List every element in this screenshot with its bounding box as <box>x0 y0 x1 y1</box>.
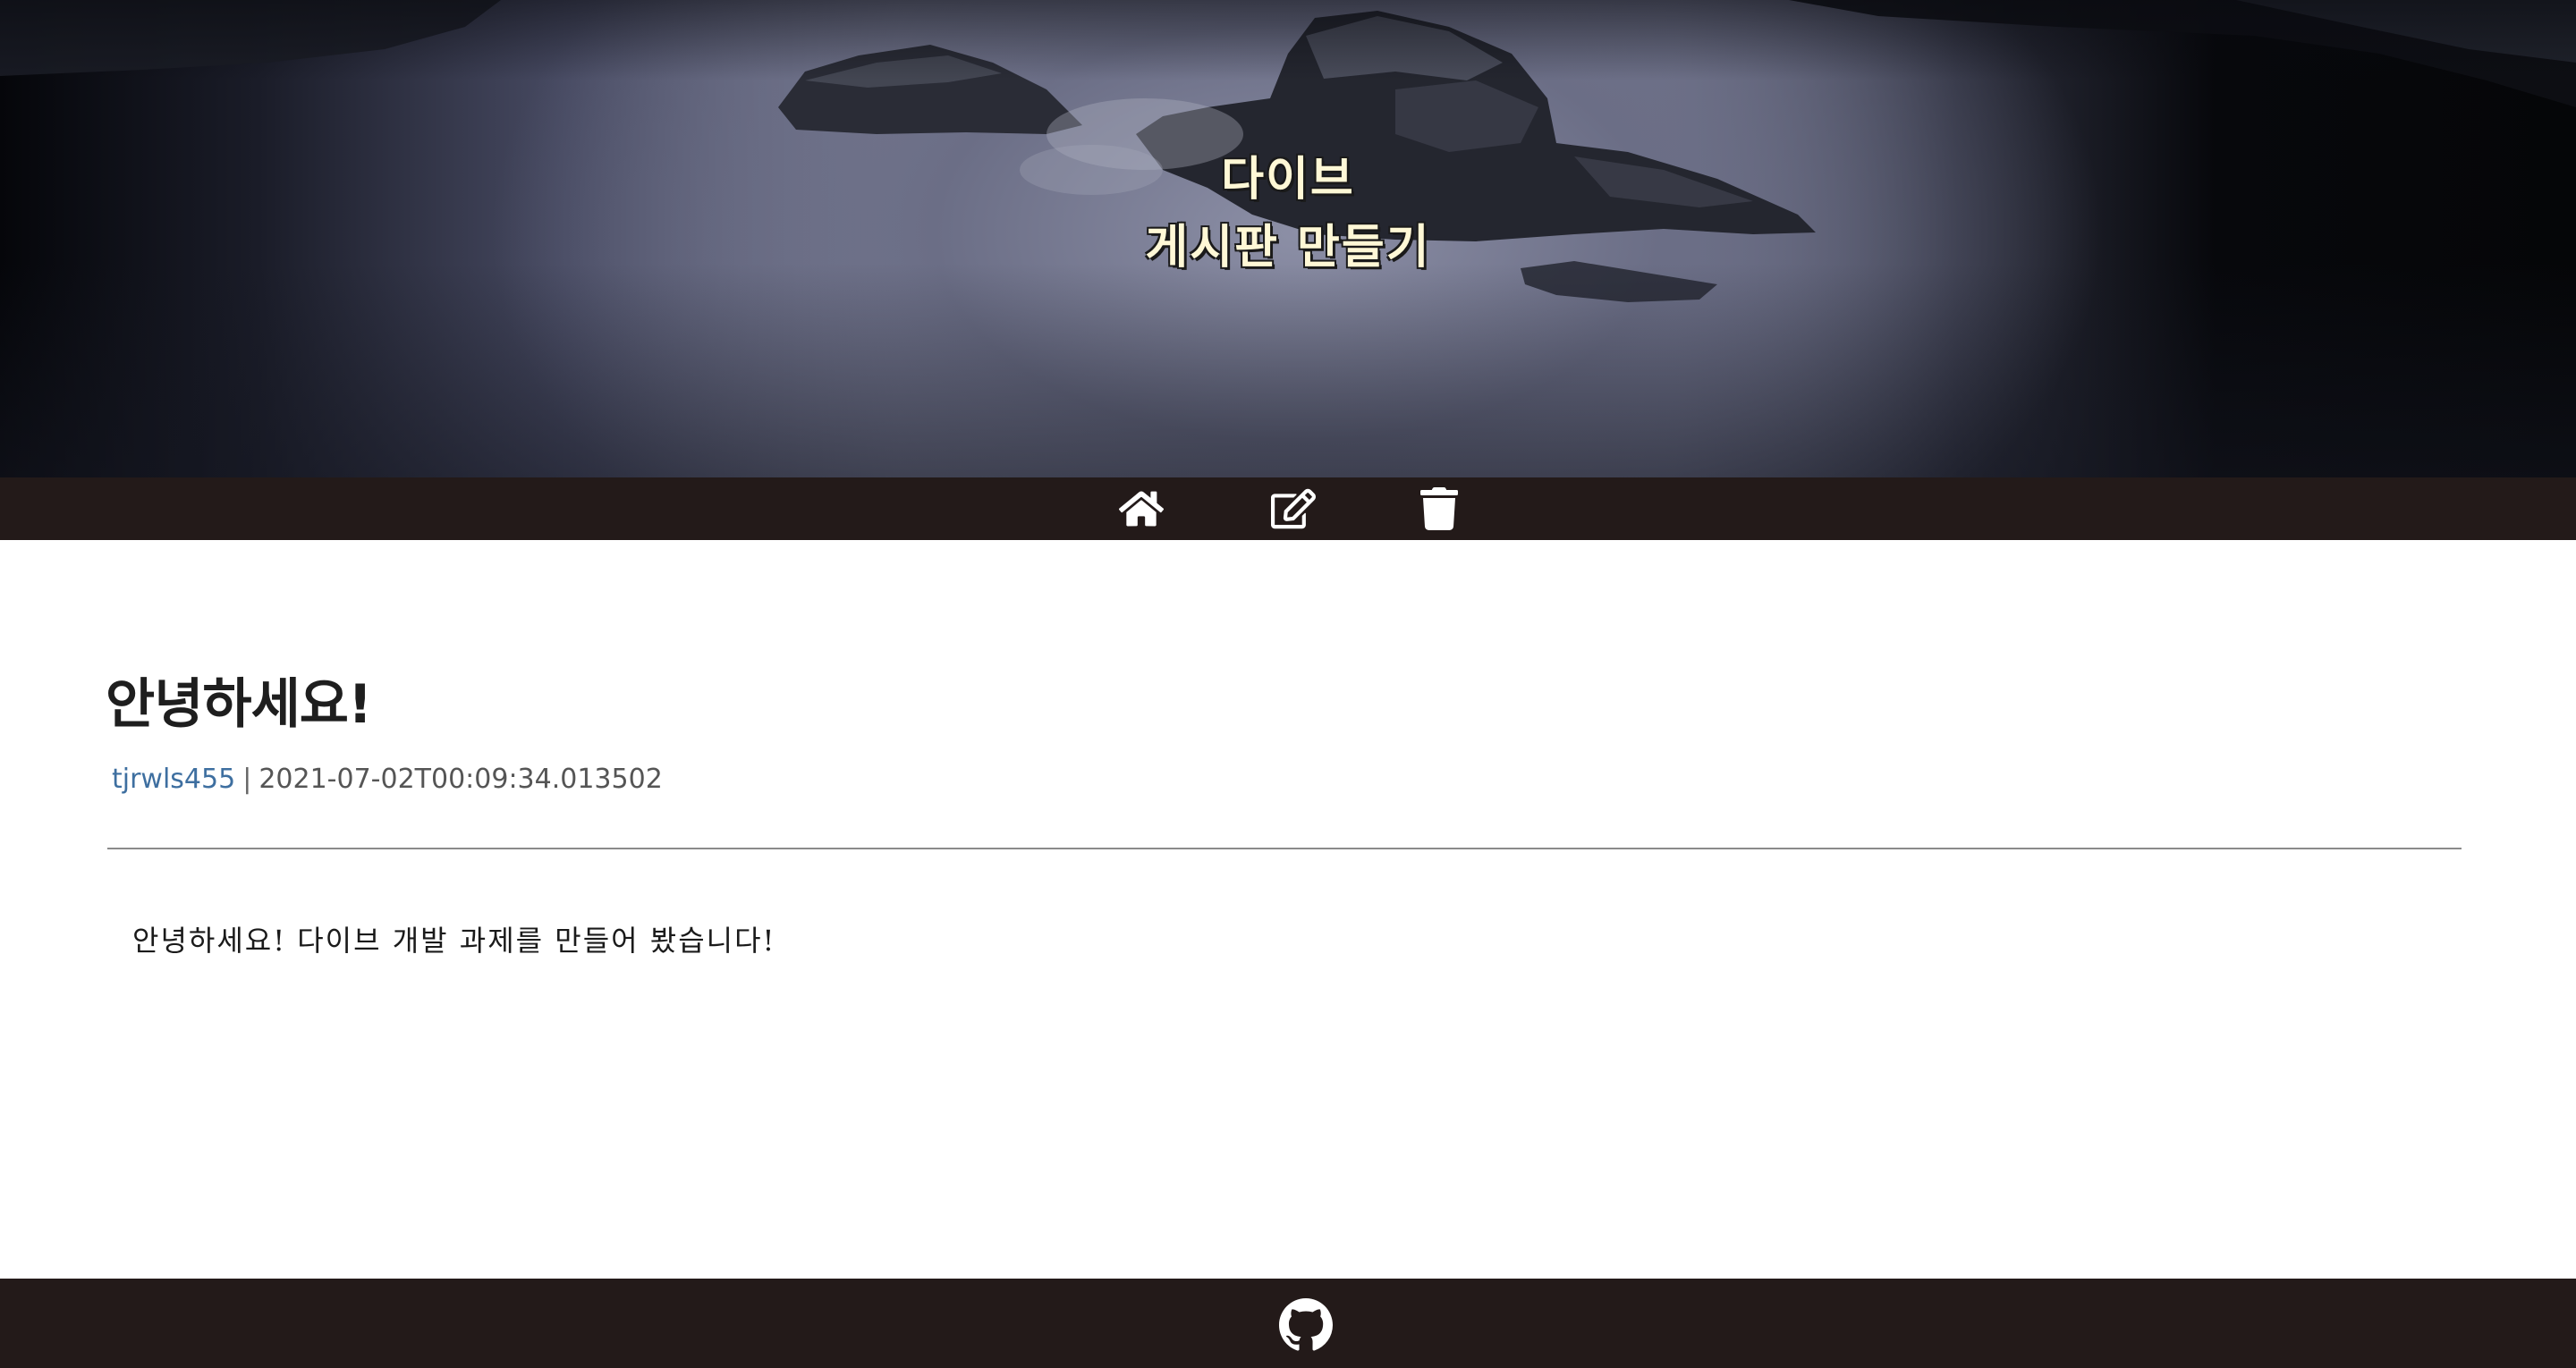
home-icon <box>1119 491 1164 527</box>
site-title: 다이브 게시판 만들기 <box>0 146 2576 282</box>
divider <box>107 848 2462 849</box>
post-content: 안녕하세요! 다이브 개발 과제를 만들어 봤습니다! <box>132 924 776 958</box>
delete-button[interactable] <box>1415 486 1463 532</box>
action-bar <box>0 477 2576 540</box>
trash-icon <box>1420 487 1458 530</box>
hero-banner: 다이브 게시판 만들기 <box>0 0 2576 477</box>
post-title: 안녕하세요! <box>106 673 372 736</box>
hero-top-shade <box>0 0 2576 80</box>
post-meta: tjrwls455 | 2021-07-02T00:09:34.013502 <box>112 762 663 798</box>
site-title-line1: 다이브 <box>1221 152 1355 207</box>
footer <box>0 1279 2576 1368</box>
post-date: 2021-07-02T00:09:34.013502 <box>258 764 663 795</box>
home-button[interactable] <box>1117 486 1165 532</box>
github-link[interactable] <box>1279 1298 1333 1352</box>
github-icon <box>1279 1298 1333 1351</box>
hero-bottom-shade <box>0 263 2576 477</box>
meta-separator: | <box>242 764 252 795</box>
page: 다이브 게시판 만들기 안녕하세요! tjrwls455 | 2021-07-02T… <box>0 0 2576 1368</box>
site-title-line2: 게시판 만들기 <box>1145 220 1431 274</box>
edit-icon <box>1271 488 1316 529</box>
edit-button[interactable] <box>1269 486 1318 532</box>
post-author[interactable]: tjrwls455 <box>112 764 235 795</box>
